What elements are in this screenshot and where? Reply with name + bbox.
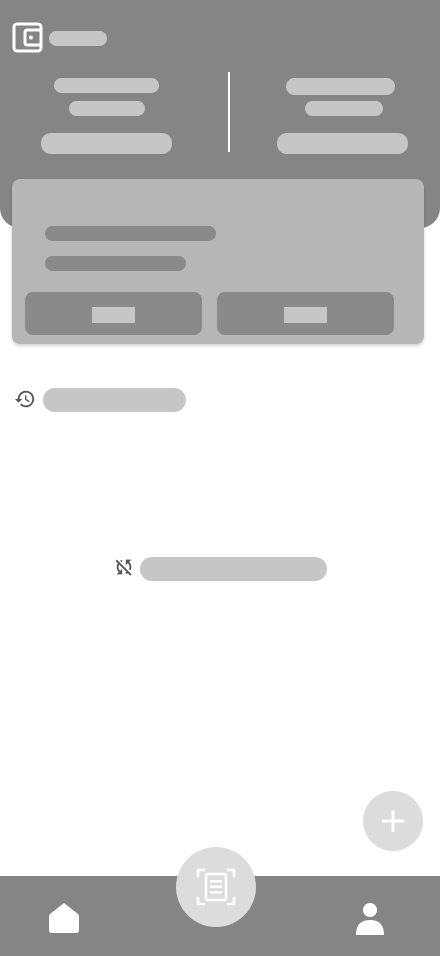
card-left-button-label-placeholder [92,307,135,323]
scan-button[interactable] [176,847,256,927]
document-scanner-icon [196,868,236,906]
card-line-1-placeholder [45,226,216,241]
wallet-icon[interactable] [12,22,44,54]
history-title-placeholder [43,388,186,412]
home-icon[interactable] [46,900,82,936]
card-right-button-label-placeholder [284,307,327,323]
left-stat-sublabel-placeholder [69,101,145,116]
card-line-2-placeholder [45,256,186,271]
person-icon[interactable] [352,900,388,936]
sync-disabled-icon [115,559,132,576]
stats-divider [228,72,230,152]
card-right-button[interactable] [217,292,394,335]
empty-state-message-placeholder [140,557,327,581]
right-stat-sublabel-placeholder [305,101,383,116]
summary-card [12,179,424,344]
left-stat-value-placeholder [41,133,172,154]
card-left-button[interactable] [25,292,202,335]
app-title-placeholder [49,31,107,46]
history-icon [14,390,35,408]
right-stat-value-placeholder [277,133,408,154]
plus-icon [382,810,404,832]
right-stat-label-placeholder [286,78,395,95]
left-stat-label-placeholder [54,78,159,93]
add-button[interactable] [363,791,423,851]
